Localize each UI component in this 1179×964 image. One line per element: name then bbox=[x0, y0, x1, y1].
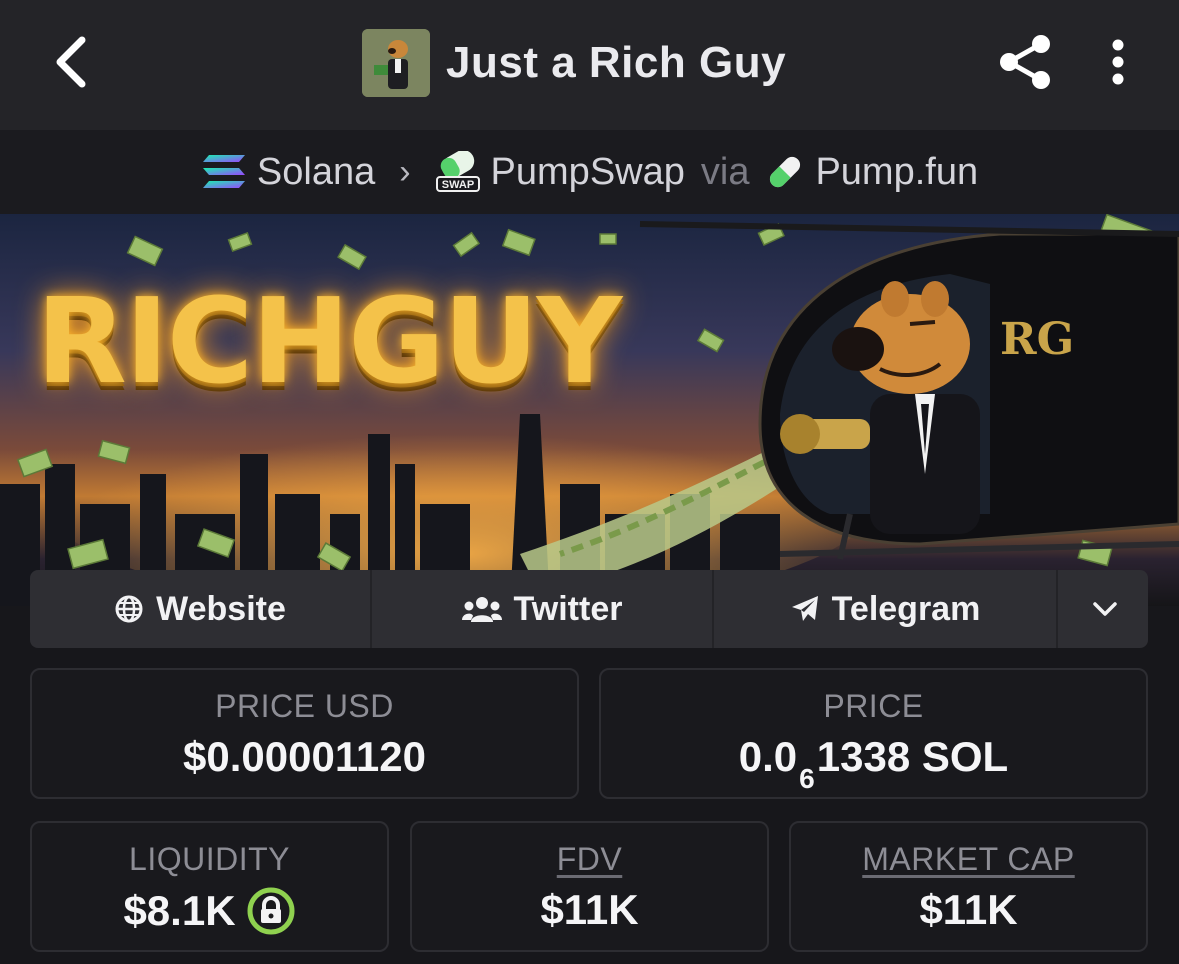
breadcrumb-chain[interactable]: Solana bbox=[201, 151, 375, 194]
fdv-label[interactable]: FDV bbox=[557, 841, 623, 878]
telegram-icon bbox=[791, 596, 818, 621]
market-cap-card: MARKET CAP $11K bbox=[789, 821, 1148, 952]
users-icon bbox=[461, 597, 502, 622]
top-bar: Just a Rich Guy bbox=[0, 0, 1179, 130]
pill-icon bbox=[770, 156, 801, 188]
pumpswap-icon: SWAP bbox=[435, 151, 480, 192]
breadcrumb-dex[interactable]: SWAP PumpSwap bbox=[435, 151, 685, 194]
dex-label: PumpSwap bbox=[490, 150, 685, 193]
chevron-down-icon bbox=[1093, 602, 1117, 616]
banner-title: RICHGUY bbox=[36, 272, 622, 410]
price-native-card: PRICE 0.0 6 1338 SOL bbox=[599, 668, 1148, 799]
price-digits: 1338 SOL bbox=[816, 733, 1009, 780]
twitter-label: Twitter bbox=[513, 589, 623, 628]
launchpad-label: Pump.fun bbox=[815, 150, 979, 193]
token-avatar bbox=[362, 29, 430, 97]
fdv-card: FDV $11K bbox=[410, 821, 769, 952]
price-zero-count: 6 bbox=[799, 763, 815, 794]
liquidity-value: $8.1K bbox=[123, 887, 236, 934]
market-cap-label[interactable]: MARKET CAP bbox=[862, 841, 1074, 878]
website-label: Website bbox=[156, 589, 286, 628]
lock-icon[interactable] bbox=[246, 886, 296, 936]
price-usd-card: PRICE USD $0.00001120 bbox=[30, 668, 579, 799]
price-prefix: 0.0 bbox=[738, 733, 798, 780]
chevron-left-icon bbox=[56, 36, 86, 88]
website-link[interactable]: Website bbox=[30, 570, 372, 648]
dex-badge-text: SWAP bbox=[441, 179, 473, 191]
more-links-button[interactable] bbox=[1058, 570, 1148, 648]
market-cap-value: $11K bbox=[919, 886, 1018, 933]
via-label: via bbox=[700, 150, 750, 193]
price-usd-label: PRICE USD bbox=[215, 688, 394, 724]
share-button[interactable] bbox=[995, 30, 1055, 94]
token-banner: RG RICHGUY bbox=[0, 214, 1179, 606]
liquidity-value-row: $8.1K bbox=[123, 886, 295, 936]
breadcrumb: Solana › SWAP PumpSwap via Pump.fun bbox=[0, 130, 1179, 214]
globe-icon bbox=[115, 595, 143, 623]
solana-icon bbox=[202, 155, 245, 188]
breadcrumb-launchpad[interactable]: Pump.fun bbox=[765, 151, 978, 194]
liquidity-card: LIQUIDITY $8.1K bbox=[30, 821, 389, 952]
breadcrumb-separator: › bbox=[399, 152, 411, 191]
more-options-button[interactable] bbox=[1098, 30, 1138, 94]
more-vertical-icon bbox=[1112, 39, 1124, 85]
page-title: Just a Rich Guy bbox=[446, 38, 787, 87]
price-native-value: 0.0 6 1338 SOL bbox=[738, 733, 1009, 794]
price-usd-value: $0.00001120 bbox=[183, 733, 426, 780]
liquidity-label: LIQUIDITY bbox=[129, 841, 290, 877]
chain-label: Solana bbox=[256, 150, 376, 193]
fdv-value: $11K bbox=[540, 886, 639, 933]
telegram-link[interactable]: Telegram bbox=[714, 570, 1058, 648]
social-links-bar: Website Twitter Telegram bbox=[30, 570, 1148, 648]
helicopter-badge: RG bbox=[1000, 314, 1074, 365]
twitter-link[interactable]: Twitter bbox=[372, 570, 714, 648]
telegram-label: Telegram bbox=[831, 589, 981, 628]
token-title-group: Just a Rich Guy bbox=[362, 28, 786, 98]
share-icon bbox=[1000, 35, 1050, 89]
back-button[interactable] bbox=[40, 30, 100, 94]
price-native-label: PRICE bbox=[823, 688, 924, 724]
